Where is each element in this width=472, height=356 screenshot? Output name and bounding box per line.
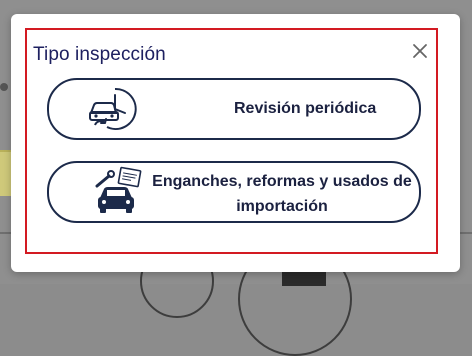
option-label: Revisión periódica [234, 100, 377, 117]
background-dot [0, 83, 8, 91]
option-label: Enganches, reformas y usados de importac… [152, 173, 412, 215]
dialog-title: Tipo inspección [33, 44, 166, 65]
close-icon [413, 44, 427, 58]
inspection-type-dialog: Tipo inspección Revisión periódica Engan… [11, 14, 460, 272]
option-revision-periodica[interactable]: Revisión periódica [47, 78, 421, 140]
car-wrench-document-icon [91, 166, 143, 218]
close-button[interactable] [410, 41, 430, 61]
car-clock-icon [85, 83, 137, 135]
option-enganches-reformas[interactable]: Enganches, reformas y usados de importac… [47, 161, 421, 223]
